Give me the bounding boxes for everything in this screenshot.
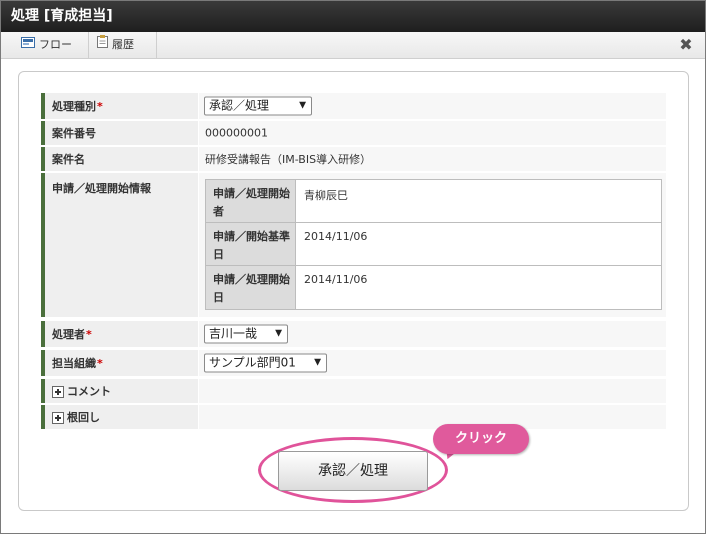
table-row: 申請／処理開始者 青柳辰巳 (206, 180, 661, 223)
row-nemawashi: 根回し (41, 405, 666, 429)
process-type-value: 承認／処理 (209, 98, 270, 113)
org-select[interactable]: サンプル部門01 ▼ (204, 353, 327, 373)
required-mark: * (86, 328, 92, 341)
row-processor: 処理者* 吉川一哉 ▼ (41, 321, 666, 347)
history-button[interactable]: 履歴 (89, 32, 157, 58)
nemawashi-label: 根回し (67, 411, 100, 424)
processor-label: 処理者 (52, 328, 85, 341)
table-row: 申請／処理開始日 2014/11/06 (206, 266, 661, 309)
nemawashi-toggle[interactable]: 根回し (41, 405, 198, 429)
toolbar: フロー 履歴 ✖ (1, 32, 705, 59)
row-org: 担当組織* サンプル部門01 ▼ (41, 350, 666, 376)
required-mark: * (97, 357, 103, 370)
table-row: 申請／開始基準日 2014/11/06 (206, 223, 661, 266)
case-number-label: 案件番号 (52, 127, 96, 140)
required-mark: * (97, 100, 103, 113)
process-type-select[interactable]: 承認／処理 ▼ (204, 96, 312, 116)
expand-plus-icon[interactable] (52, 412, 64, 424)
row-process-type: 処理種別* 承認／処理 ▼ (41, 93, 666, 119)
dropdown-arrow-icon: ▼ (314, 357, 321, 368)
dialog-title: 処理 [育成担当] (1, 1, 705, 32)
close-icon[interactable]: ✖ (677, 36, 695, 54)
approve-process-button[interactable]: 承認／処理 (278, 451, 428, 491)
org-value: サンプル部門01 (209, 355, 296, 370)
processor-value: 吉川一哉 (209, 326, 258, 341)
start-date-value: 2014/11/06 (304, 273, 368, 286)
org-label: 担当組織 (52, 357, 96, 370)
process-type-label: 処理種別 (52, 100, 96, 113)
start-info-label: 申請／処理開始情報 (52, 182, 151, 195)
expand-plus-icon[interactable] (52, 386, 64, 398)
flow-button[interactable]: フロー (13, 32, 89, 58)
case-name-value: 研修受講報告（IM-BIS導入研修） (205, 153, 372, 166)
row-start-info: 申請／処理開始情報 申請／処理開始者 青柳辰巳 申請／開始基準日 2014/11… (41, 173, 666, 317)
processor-select[interactable]: 吉川一哉 ▼ (204, 324, 288, 344)
history-icon (97, 32, 108, 58)
base-date-value: 2014/11/06 (304, 230, 368, 243)
case-name-label: 案件名 (52, 153, 85, 166)
dropdown-arrow-icon: ▼ (299, 100, 306, 111)
comment-label: コメント (67, 385, 111, 398)
dropdown-arrow-icon: ▼ (275, 328, 282, 339)
row-comment: コメント (41, 379, 666, 403)
start-person-value: 青柳辰巳 (304, 189, 348, 202)
row-case-number: 案件番号 000000001 (41, 121, 666, 145)
history-label: 履歴 (112, 38, 134, 51)
start-date-label: 申請／処理開始日 (206, 266, 296, 309)
base-date-label: 申請／開始基準日 (206, 223, 296, 265)
start-info-table: 申請／処理開始者 青柳辰巳 申請／開始基準日 2014/11/06 申請／処理開… (205, 179, 662, 310)
case-number-value: 000000001 (205, 126, 268, 140)
process-dialog: 処理 [育成担当] フロー 履歴 ✖ 処理種別* 承認／処理 ▼ 案件番号 00… (0, 0, 706, 534)
start-person-label: 申請／処理開始者 (206, 180, 296, 222)
comment-toggle[interactable]: コメント (41, 379, 198, 403)
click-callout: クリック (433, 424, 529, 454)
row-case-name: 案件名 研修受講報告（IM-BIS導入研修） (41, 147, 666, 171)
flow-label: フロー (39, 38, 72, 51)
flow-icon (21, 32, 35, 58)
